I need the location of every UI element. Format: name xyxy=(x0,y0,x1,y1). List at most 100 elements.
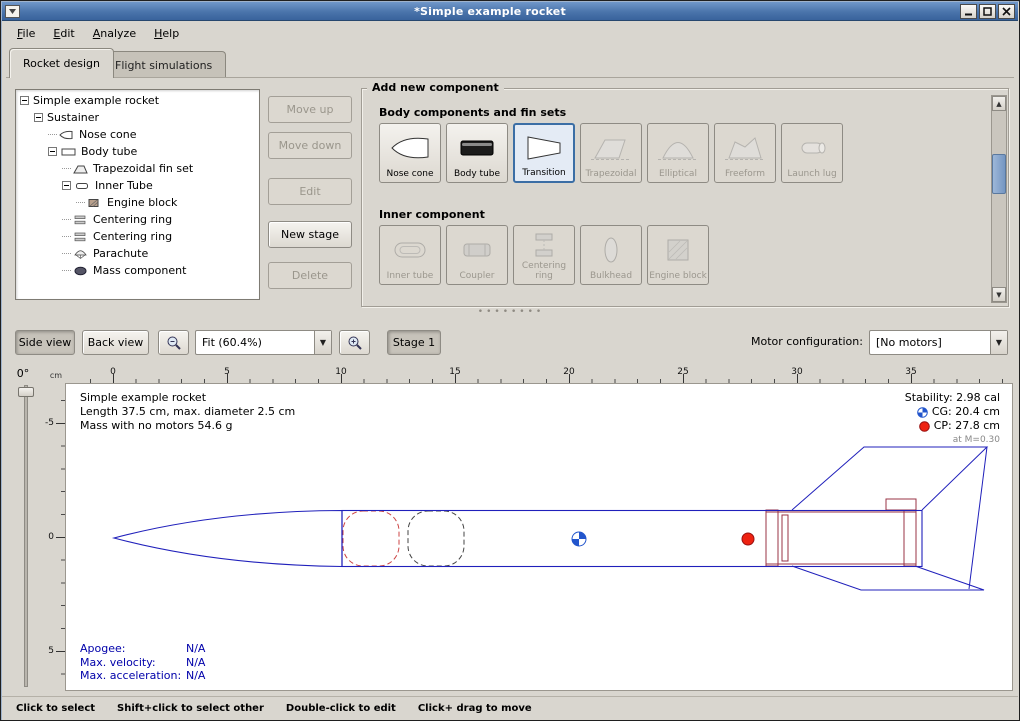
tree-item-label: Parachute xyxy=(93,247,148,260)
tree-item-sustainer[interactable]: Sustainer xyxy=(16,109,259,126)
fin-lower[interactable] xyxy=(792,566,984,590)
palette-button-label: Nose cone xyxy=(386,169,433,179)
palette-scrollbar[interactable]: ▲ ▼ xyxy=(991,95,1007,303)
chevron-down-icon[interactable]: ▼ xyxy=(314,331,331,354)
palette-button-label: Coupler xyxy=(460,271,495,281)
collapse-icon[interactable] xyxy=(62,181,71,190)
ruler-label: 35 xyxy=(905,367,916,377)
tree-item-nose-cone[interactable]: Nose cone xyxy=(16,126,259,143)
tree-item-mass-component[interactable]: Mass component xyxy=(16,262,259,279)
splitter-handle[interactable]: •••••••• xyxy=(441,307,581,317)
rotation-slider-track[interactable] xyxy=(24,385,28,687)
move-up-button[interactable]: Move up xyxy=(268,96,352,123)
vertical-ruler: -5 0 5 xyxy=(47,383,65,691)
add-bulkhead-button[interactable]: Bulkhead xyxy=(580,225,642,285)
tree-connector xyxy=(48,134,57,135)
tree-item-fin-set[interactable]: Trapezoidal fin set xyxy=(16,160,259,177)
add-launch-lug-button[interactable]: Launch lug xyxy=(781,123,843,183)
parachute-outline[interactable] xyxy=(343,511,399,566)
move-down-button[interactable]: Move down xyxy=(268,132,352,159)
motor-configuration-select[interactable]: [No motors] ▼ xyxy=(869,330,1008,355)
hint-double-click: Double-click to edit xyxy=(286,703,396,714)
menu-analyze[interactable]: Analyze xyxy=(84,23,145,44)
stage-1-toggle[interactable]: Stage 1 xyxy=(387,330,441,355)
add-freeform-fin-button[interactable]: Freeform xyxy=(714,123,776,183)
window-menu-icon[interactable] xyxy=(5,5,20,18)
collapse-icon[interactable] xyxy=(20,96,29,105)
side-view-button[interactable]: Side view xyxy=(15,330,75,355)
add-nose-cone-button[interactable]: Nose cone xyxy=(379,123,441,183)
app-window: *Simple example rocket File Edit Analyze… xyxy=(0,0,1020,721)
tree-item-engine-block[interactable]: Engine block xyxy=(16,194,259,211)
tree-item-body-tube[interactable]: Body tube xyxy=(16,143,259,160)
tree-item-centering-ring-1[interactable]: Centering ring xyxy=(16,211,259,228)
tree-connector xyxy=(62,270,71,271)
add-coupler-button[interactable]: Coupler xyxy=(446,225,508,285)
tree-connector xyxy=(62,253,71,254)
fin-tab-outline xyxy=(886,499,916,510)
delete-button[interactable]: Delete xyxy=(268,262,352,289)
minimize-button[interactable] xyxy=(960,4,977,19)
menu-edit[interactable]: Edit xyxy=(44,23,83,44)
mass-component-outline[interactable] xyxy=(408,511,464,566)
zoom-in-button[interactable] xyxy=(339,330,370,355)
add-body-tube-button[interactable]: Body tube xyxy=(446,123,508,183)
ruler-label: -5 xyxy=(45,418,54,428)
collapse-icon[interactable] xyxy=(48,147,57,156)
component-tree[interactable]: Simple example rocket Sustainer Nose con… xyxy=(15,89,260,300)
add-transition-button[interactable]: Transition xyxy=(513,123,575,183)
centering-ring-icon xyxy=(515,229,573,261)
add-inner-tube-button[interactable]: Inner tube xyxy=(379,225,441,285)
rocket-canvas[interactable]: Simple example rocket Length 37.5 cm, ma… xyxy=(65,383,1013,691)
collapse-icon[interactable] xyxy=(34,113,43,122)
ruler-major-ticks xyxy=(56,423,65,691)
stability-value: Stability: 2.98 cal xyxy=(905,391,1000,405)
add-centering-ring-button[interactable]: Centering ring xyxy=(513,225,575,285)
back-view-button[interactable]: Back view xyxy=(82,330,149,355)
motor-mount-group[interactable] xyxy=(766,499,916,566)
tree-item-parachute[interactable]: Parachute xyxy=(16,245,259,262)
cg-marker[interactable] xyxy=(572,532,586,546)
rotation-slider-handle[interactable] xyxy=(18,387,34,397)
close-button[interactable] xyxy=(998,4,1015,19)
palette-button-label: Transition xyxy=(522,168,566,178)
parachute-icon xyxy=(73,248,89,259)
tree-item-label: Inner Tube xyxy=(95,179,153,192)
zoom-out-button[interactable] xyxy=(158,330,189,355)
tab-flight-simulations[interactable]: Flight simulations xyxy=(101,51,226,78)
menu-help[interactable]: Help xyxy=(145,23,188,44)
titlebar[interactable]: *Simple example rocket xyxy=(2,2,1018,21)
tree-connector xyxy=(62,168,71,169)
edit-button[interactable]: Edit xyxy=(268,178,352,205)
body-components-label: Body components and fin sets xyxy=(379,106,566,119)
add-engine-block-button[interactable]: Engine block xyxy=(647,225,709,285)
motor-configuration-value: [No motors] xyxy=(870,336,990,349)
scroll-up-icon[interactable]: ▲ xyxy=(992,96,1006,111)
cp-marker[interactable] xyxy=(742,533,754,545)
scroll-down-icon[interactable]: ▼ xyxy=(992,287,1006,302)
tab-rocket-design[interactable]: Rocket design xyxy=(9,48,114,78)
coupler-icon xyxy=(448,229,506,271)
trapezoidal-fin-icon xyxy=(582,127,640,169)
add-elliptical-fin-button[interactable]: Elliptical xyxy=(647,123,709,183)
ruler-label: 10 xyxy=(335,367,346,377)
add-trapezoidal-fin-button[interactable]: Trapezoidal xyxy=(580,123,642,183)
tree-item-label: Body tube xyxy=(81,145,137,158)
palette-button-label: Freeform xyxy=(725,169,765,179)
body-tube-outline[interactable] xyxy=(342,511,922,567)
menu-file[interactable]: File xyxy=(8,23,44,44)
tree-item-centering-ring-2[interactable]: Centering ring xyxy=(16,228,259,245)
elliptical-fin-icon xyxy=(649,127,707,169)
ruler-label: 5 xyxy=(48,646,54,656)
chevron-down-icon[interactable]: ▼ xyxy=(990,331,1007,354)
new-stage-button[interactable]: New stage xyxy=(268,221,352,248)
maximize-button[interactable] xyxy=(979,4,996,19)
zoom-select[interactable]: Fit (60.4%) ▼ xyxy=(195,330,332,355)
tree-item-label: Sustainer xyxy=(47,111,99,124)
engine-block-outline xyxy=(782,515,788,561)
tree-item-rocket[interactable]: Simple example rocket xyxy=(16,92,259,109)
tree-item-inner-tube[interactable]: Inner Tube xyxy=(16,177,259,194)
fin-upper[interactable] xyxy=(792,447,987,510)
scrollbar-thumb[interactable] xyxy=(992,154,1006,194)
nose-cone-outline[interactable] xyxy=(114,511,342,567)
